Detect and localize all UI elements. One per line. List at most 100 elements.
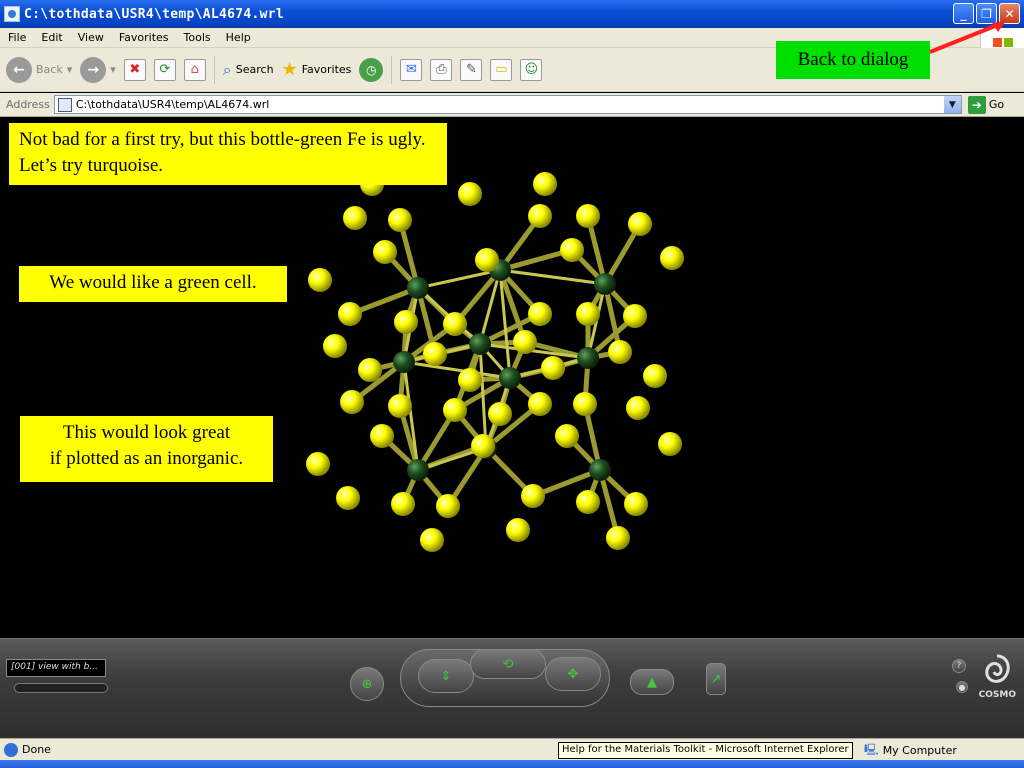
forward-button[interactable]: → ▾ xyxy=(80,56,116,83)
ligand-atom xyxy=(643,364,667,388)
security-zone: 🖳 My Computer xyxy=(864,741,957,760)
fe-atom xyxy=(594,273,616,295)
ligand-atom xyxy=(340,390,364,414)
ligand-atom xyxy=(576,204,600,228)
straighten-button[interactable]: ↗ xyxy=(706,663,726,695)
ligand-atom xyxy=(628,212,652,236)
ligand-atom xyxy=(541,356,565,380)
ligand-atom xyxy=(533,172,557,196)
ligand-atom xyxy=(388,208,412,232)
rotate-button[interactable]: ⟲ xyxy=(470,649,546,679)
fe-fe-bond xyxy=(403,360,511,380)
ligand-atom xyxy=(608,340,632,364)
address-bar: Address C:\tothdata\USR4\temp\AL4674.wrl… xyxy=(0,93,1024,117)
title-bar: C:\tothdata\USR4\temp\AL4674.wrl _ ❐ ✕ xyxy=(0,0,1024,28)
ligand-atom xyxy=(506,518,530,542)
menu-favorites[interactable]: Favorites xyxy=(119,31,169,44)
print-button[interactable]: ⎙ xyxy=(430,58,453,81)
ligand-atom xyxy=(573,392,597,416)
ligand-atom xyxy=(306,452,330,476)
zoom-button[interactable]: ⇕ xyxy=(418,659,474,693)
forward-arrow-icon: → xyxy=(80,56,107,83)
tilt-button[interactable]: ▲ xyxy=(630,669,674,695)
ligand-atom xyxy=(576,490,600,514)
ligand-atom xyxy=(488,402,512,426)
ligand-atom xyxy=(388,394,412,418)
mail-button[interactable]: ✉ xyxy=(400,58,423,81)
note3-line2: if plotted as an inorganic. xyxy=(49,447,244,469)
ligand-atom xyxy=(555,424,579,448)
address-input[interactable]: C:\tothdata\USR4\temp\AL4674.wrl ▼ xyxy=(53,95,962,114)
ligand-atom xyxy=(521,484,545,508)
refresh-button[interactable]: ⟳ xyxy=(153,58,176,81)
computer-icon: 🖳 xyxy=(864,743,879,756)
help-button[interactable]: ? xyxy=(952,659,966,673)
fe-atom xyxy=(407,459,429,481)
viewpoint-list[interactable]: [001] view with b... xyxy=(6,659,106,677)
back-button[interactable]: ← Back ▾ xyxy=(6,56,73,83)
viewpoint-slider[interactable] xyxy=(14,683,108,693)
toolbar-separator xyxy=(213,55,215,84)
ligand-atom xyxy=(420,528,444,552)
history-button[interactable]: ◷ xyxy=(359,57,384,82)
search-icon: ⌕ xyxy=(222,59,232,79)
cosmo-logo-text: COSMO xyxy=(978,690,1016,700)
ligand-atom xyxy=(471,434,495,458)
star-icon: ★ xyxy=(281,59,298,80)
annotation-note-color: Not bad for a first try, but this bottle… xyxy=(9,123,447,185)
back-dropdown-icon: ▾ xyxy=(66,63,73,76)
ligand-atom xyxy=(528,302,552,326)
ligand-atom xyxy=(436,494,460,518)
seek-button[interactable]: ⊕ xyxy=(350,667,384,701)
ligand-atom xyxy=(443,398,467,422)
home-button[interactable]: ⌂ xyxy=(183,58,206,81)
search-button[interactable]: ⌕ Search xyxy=(223,60,274,80)
cosmo-swirl-icon xyxy=(985,654,1011,683)
toolbar-separator xyxy=(391,55,393,84)
edit-button[interactable]: ✎ xyxy=(460,58,483,81)
back-label: Back xyxy=(36,63,63,76)
menu-help[interactable]: Help xyxy=(226,31,251,44)
ligand-atom xyxy=(458,182,482,206)
ligand-atom xyxy=(370,424,394,448)
ligand-atom xyxy=(528,204,552,228)
go-label: Go xyxy=(988,98,1005,111)
cosmo-logo: COSMO xyxy=(979,653,1016,700)
fe-atom xyxy=(393,351,415,373)
ligand-atom xyxy=(626,396,650,420)
discuss-button[interactable]: ▭ xyxy=(490,58,513,81)
status-done: Done xyxy=(0,742,552,757)
menu-file[interactable]: File xyxy=(8,31,26,44)
favorites-button[interactable]: ★ Favorites xyxy=(282,59,352,80)
vrml-viewport[interactable]: Not bad for a first try, but this bottle… xyxy=(0,118,1024,638)
menu-tools[interactable]: Tools xyxy=(184,31,211,44)
ligand-atom xyxy=(513,330,537,354)
ligand-atom xyxy=(458,368,482,392)
address-dropdown-icon[interactable]: ▼ xyxy=(943,96,961,113)
zone-label: My Computer xyxy=(882,744,957,757)
messenger-button[interactable]: ☺ xyxy=(520,58,543,81)
ligand-atom xyxy=(443,312,467,336)
go-arrow-icon: ➔ xyxy=(967,95,986,114)
ligand-atom xyxy=(338,302,362,326)
settings-button[interactable]: ● xyxy=(956,681,968,693)
ligand-atom xyxy=(560,238,584,262)
taskbar-tooltip: Help for the Materials Toolkit - Microso… xyxy=(558,742,853,759)
go-button[interactable]: ➔ Go xyxy=(967,95,1005,114)
annotation-note-inorganic: This would look great if plotted as an i… xyxy=(20,416,273,482)
pan-button[interactable]: ✥ xyxy=(545,657,601,691)
crystal-structure[interactable] xyxy=(0,118,1024,638)
callout-arrow-icon xyxy=(929,21,1006,54)
forward-dropdown-icon: ▾ xyxy=(110,63,116,76)
ie-icon xyxy=(4,6,20,22)
menu-edit[interactable]: Edit xyxy=(41,31,62,44)
note3-line1: This would look great xyxy=(62,422,231,443)
ligand-atom xyxy=(336,486,360,510)
ligand-atom xyxy=(423,342,447,366)
ligand-atom xyxy=(373,240,397,264)
ligand-atom xyxy=(528,392,552,416)
ligand-atom xyxy=(394,310,418,334)
annotation-note-cell: We would like a green cell. xyxy=(19,266,287,302)
menu-view[interactable]: View xyxy=(78,31,104,44)
stop-button[interactable]: ✖ xyxy=(123,58,146,81)
